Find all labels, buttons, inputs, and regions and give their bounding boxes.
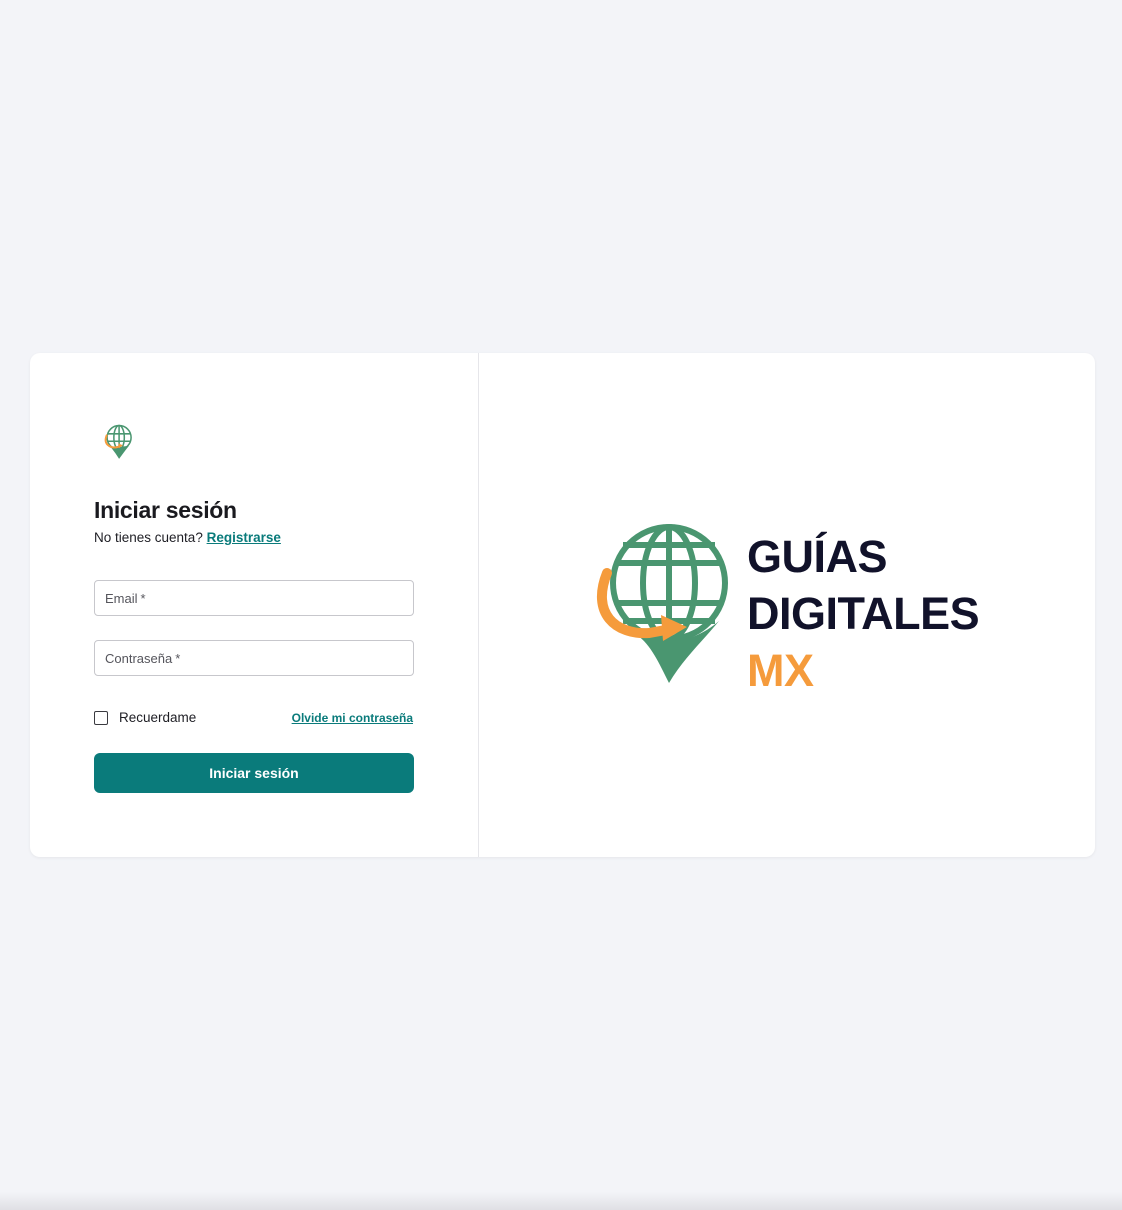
remember-checkbox[interactable] (94, 710, 108, 725)
remember-label: Recuerdame (119, 710, 197, 725)
login-card: Iniciar sesión No tienes cuenta? Registr… (30, 353, 1095, 857)
forgot-password-link[interactable]: Olvide mi contraseña (292, 711, 413, 725)
brand-line-1: GUÍAS (747, 531, 888, 582)
login-panel: Iniciar sesión No tienes cuenta? Registr… (30, 353, 479, 857)
brand-wordmark: GUÍAS DIGITALES MX (747, 528, 980, 699)
remember-me[interactable]: Recuerdame (94, 710, 196, 725)
email-label: Email (105, 590, 138, 606)
password-label: Contraseña (105, 650, 173, 666)
brand-line-3: MX (747, 645, 814, 696)
register-prompt: No tienes cuenta? Registrarse (94, 530, 281, 545)
brand-logo-small-icon (104, 424, 132, 459)
email-required-mark: * (140, 590, 146, 606)
password-required-mark: * (175, 650, 181, 666)
password-field[interactable]: Contraseña * (94, 640, 414, 676)
email-field[interactable]: Email * (94, 580, 414, 616)
no-account-text: No tienes cuenta? (94, 530, 203, 545)
brand-panel: GUÍAS DIGITALES MX (479, 353, 1095, 857)
page-title: Iniciar sesión (94, 497, 237, 523)
login-button[interactable]: Iniciar sesión (94, 753, 414, 793)
brand-logo: GUÍAS DIGITALES MX (593, 523, 980, 699)
globe-pin-icon (597, 524, 728, 683)
register-link[interactable]: Registrarse (207, 530, 281, 545)
brand-line-2: DIGITALES (747, 588, 980, 639)
bottom-edge-shadow (0, 1192, 1122, 1210)
